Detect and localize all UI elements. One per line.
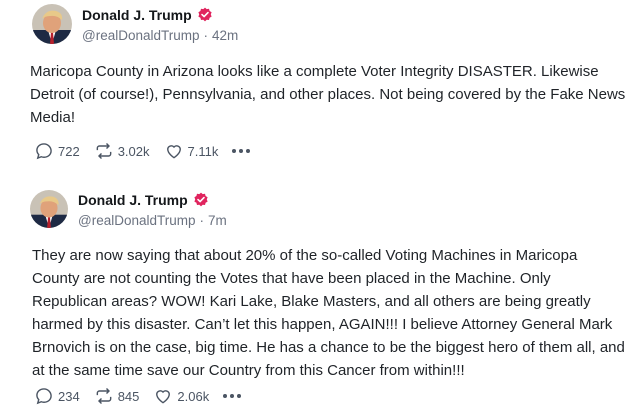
repost-button[interactable]: 845: [94, 386, 140, 406]
verified-badge-icon: [193, 192, 209, 208]
verified-badge-icon: [197, 7, 213, 23]
reply-count: 722: [58, 143, 80, 159]
like-button[interactable]: 2.06k: [153, 386, 209, 406]
post-text: They are now saying that about 20% of th…: [32, 247, 625, 379]
post-text: Maricopa County in Arizona looks like a …: [30, 63, 626, 126]
heart-icon: [156, 390, 171, 404]
repost-count: 845: [117, 388, 140, 404]
repost-button[interactable]: 3.02k: [94, 141, 150, 161]
author-names: Donald J. Trump @realDonaldTrump · 42m: [82, 5, 238, 43]
reply-button[interactable]: 722: [34, 141, 80, 161]
post-header: Donald J. Trump @realDonaldTrump · 42m: [32, 2, 238, 46]
reply-count: 234: [58, 388, 80, 404]
avatar[interactable]: [32, 4, 72, 44]
timestamp[interactable]: 7m: [208, 213, 227, 228]
reply-button[interactable]: 234: [34, 386, 80, 406]
action-bar: 234 845 2.06k: [34, 385, 244, 407]
heart-icon: [166, 145, 181, 159]
post: Donald J. Trump @realDonaldTrump · 42m Mar…: [0, 0, 640, 176]
repost-arrows-icon: [96, 387, 112, 405]
timestamp[interactable]: 42m: [212, 28, 238, 43]
like-button[interactable]: 7.11k: [164, 141, 219, 161]
repost-count: 3.02k: [117, 143, 150, 159]
repost-arrows-icon: [96, 142, 112, 160]
display-name[interactable]: Donald J. Trump: [82, 7, 192, 23]
handle[interactable]: @realDonaldTrump: [78, 213, 196, 228]
like-count: 2.06k: [177, 388, 210, 404]
like-count: 7.11k: [187, 143, 219, 159]
speech-bubble-icon: [36, 388, 52, 405]
handle-row: @realDonaldTrump · 42m: [82, 28, 238, 43]
action-bar: 722 3.02k 7.11k: [34, 140, 253, 162]
handle-row: @realDonaldTrump · 7m: [78, 213, 227, 228]
display-name[interactable]: Donald J. Trump: [78, 192, 188, 208]
handle[interactable]: @realDonaldTrump: [82, 28, 200, 43]
post: Donald J. Trump @realDonaldTrump · 7m They…: [0, 182, 640, 405]
separator-dot: ·: [203, 28, 209, 43]
avatar[interactable]: [30, 190, 68, 228]
separator-dot: ·: [199, 213, 205, 228]
author-names: Donald J. Trump @realDonaldTrump · 7m: [78, 190, 227, 228]
post-header: Donald J. Trump @realDonaldTrump · 7m: [30, 187, 227, 231]
ellipsis-icon[interactable]: [232, 149, 253, 153]
speech-bubble-icon: [36, 143, 52, 160]
ellipsis-icon[interactable]: [223, 394, 244, 398]
